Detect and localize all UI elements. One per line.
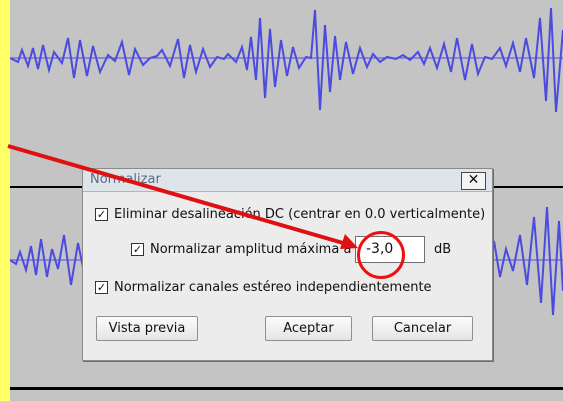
stereo-independent-label: Normalizar canales estéreo independiente…	[114, 280, 432, 295]
normalize-amplitude-label: Normalizar amplitud máxima a	[150, 242, 352, 257]
remove-dc-label: Eliminar desalineación DC (centrar en 0.…	[114, 207, 486, 222]
preview-button[interactable]: Vista previa	[96, 316, 198, 341]
waveform-upper	[10, 7, 563, 113]
amplitude-unit: dB	[434, 242, 452, 257]
normalize-dialog: Normalizar ✕ ✓ Eliminar desalineación DC…	[82, 168, 493, 361]
stereo-independent-checkbox[interactable]: ✓	[95, 281, 108, 294]
close-button[interactable]: ✕	[461, 172, 486, 190]
remove-dc-checkbox[interactable]: ✓	[95, 208, 108, 221]
remove-dc-option[interactable]: ✓ Eliminar desalineación DC (centrar en …	[95, 207, 485, 222]
annotation-circle	[357, 231, 405, 279]
normalize-amplitude-checkbox[interactable]: ✓	[131, 243, 144, 256]
normalize-amplitude-option[interactable]: ✓ Normalizar amplitud máxima a	[131, 242, 351, 257]
ok-button[interactable]: Aceptar	[265, 316, 352, 341]
dialog-title: Normalizar	[90, 172, 161, 187]
stereo-independent-option[interactable]: ✓ Normalizar canales estéreo independien…	[95, 280, 432, 295]
dialog-titlebar[interactable]: Normalizar ✕	[83, 169, 492, 192]
track-separator-lower	[10, 387, 563, 390]
cancel-button[interactable]: Cancelar	[372, 316, 473, 341]
